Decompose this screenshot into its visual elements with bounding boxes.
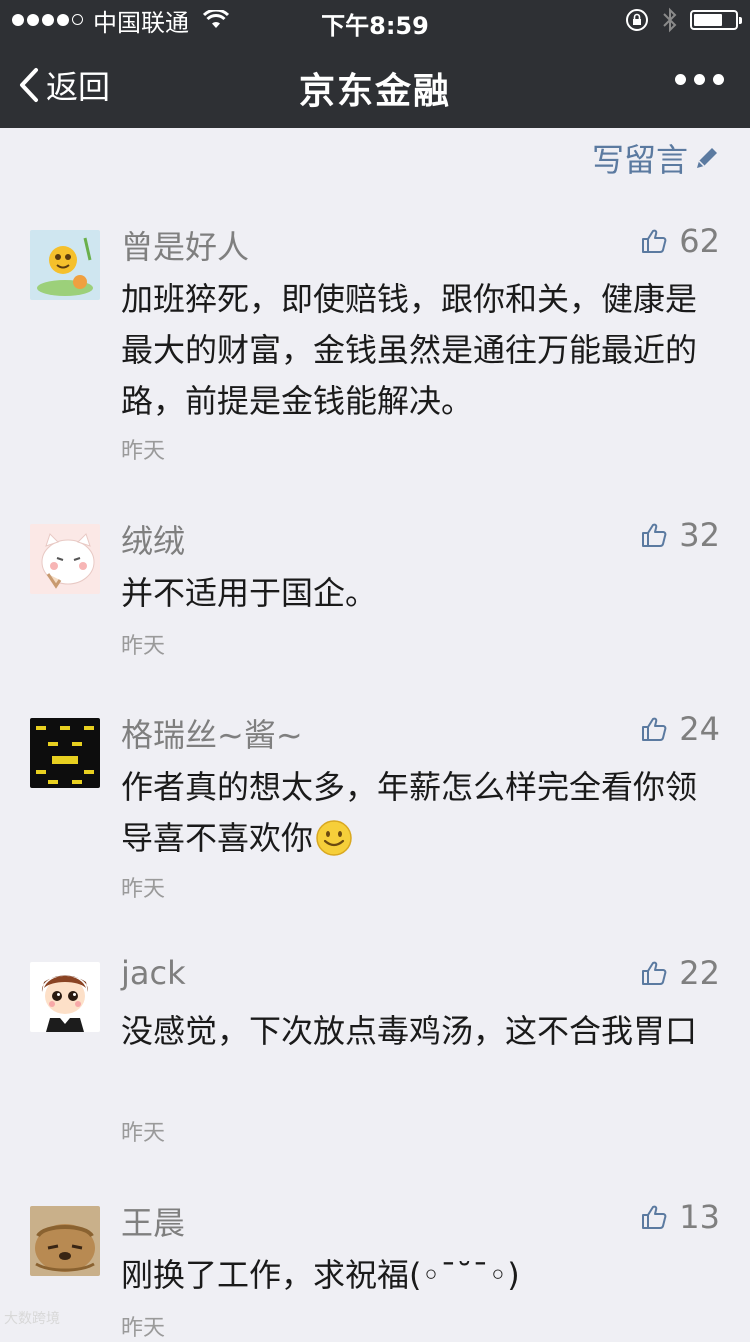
status-right — [624, 6, 742, 34]
nav-bar: 返回 京东金融 — [0, 40, 750, 128]
comment-time: 昨天 — [121, 877, 166, 902]
thumbs-up-icon — [642, 961, 667, 985]
comment-time: 昨天 — [121, 634, 166, 659]
avatar[interactable] — [30, 962, 100, 1032]
like-count: 62 — [679, 222, 720, 260]
comment-time: 昨天 — [121, 439, 166, 464]
avatar[interactable] — [30, 230, 100, 300]
like-count: 24 — [679, 710, 720, 748]
comment-author: 格瑞丝~酱~ — [121, 716, 303, 754]
comment-text: 作者真的想太多，年薪怎么样完全看你领导喜不喜欢你 — [121, 762, 711, 864]
thumbs-up-icon — [642, 1205, 667, 1229]
comment-text: 并不适用于国企。 — [121, 574, 378, 612]
like-button[interactable]: 24 — [641, 710, 720, 748]
like-button[interactable]: 62 — [641, 222, 720, 260]
bluetooth-icon — [663, 7, 677, 33]
comment-author: 王晨 — [121, 1204, 186, 1242]
comment-time: 昨天 — [121, 1121, 166, 1146]
status-bar: 中国联通 下午8:59 — [0, 0, 750, 40]
comment-text: 刚换了工作，求祝福(◦¯˘¯◦) — [121, 1256, 520, 1294]
comment-time: 昨天 — [121, 1316, 166, 1341]
comment-text-body: 作者真的想太多，年薪怎么样完全看你领导喜不喜欢你 — [121, 768, 698, 857]
like-button[interactable]: 13 — [641, 1198, 720, 1236]
comment-author: 绒绒 — [121, 522, 186, 560]
thumbs-up-icon — [642, 717, 667, 741]
write-comment-label: 写留言 — [591, 141, 688, 179]
avatar[interactable] — [30, 1206, 100, 1276]
pencil-icon — [697, 148, 717, 168]
comment-text: 加班猝死，即使赔钱，跟你和关，健康是最大的财富，金钱虽然是通往万能最近的路，前提… — [121, 280, 698, 420]
comment-author: jack — [121, 954, 186, 992]
page-title: 京东金融 — [298, 71, 451, 112]
like-count: 32 — [679, 516, 720, 554]
smile-emoji-icon — [316, 820, 352, 856]
rotation-lock-icon — [626, 9, 648, 31]
avatar[interactable] — [30, 718, 100, 788]
thumbs-up-icon — [642, 229, 667, 253]
comment-author: 曾是好人 — [121, 228, 250, 266]
more-button[interactable] — [675, 74, 724, 85]
thumbs-up-icon — [642, 523, 667, 547]
like-count: 22 — [679, 954, 720, 992]
watermark: 大数跨境 — [4, 1311, 60, 1327]
like-button[interactable]: 22 — [641, 954, 720, 992]
avatar[interactable] — [30, 524, 100, 594]
like-count: 13 — [679, 1198, 720, 1236]
comment-text: 没感觉，下次放点毒鸡汤，这不合我胃口 — [121, 1012, 698, 1050]
like-button[interactable]: 32 — [641, 516, 720, 554]
battery-icon — [690, 10, 742, 30]
write-comment-button[interactable]: 写留言 — [592, 135, 720, 181]
